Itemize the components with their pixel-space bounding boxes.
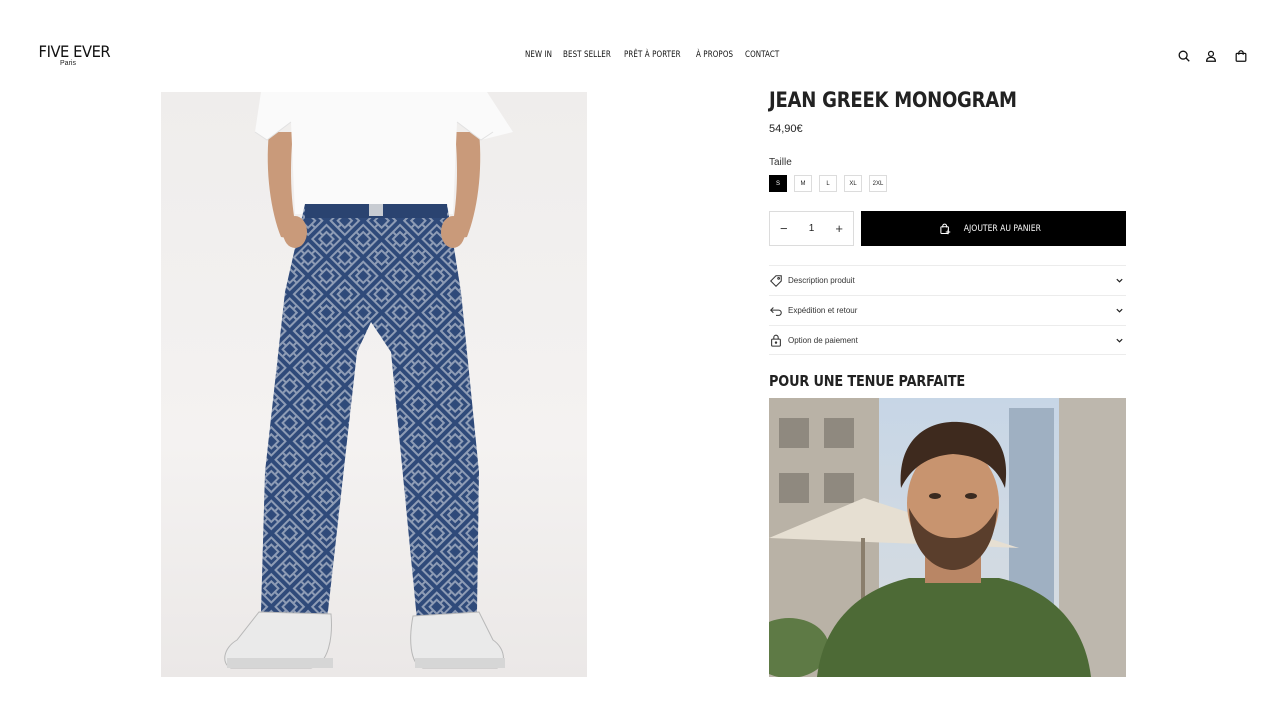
tag-icon [769,274,783,288]
chevron-down-icon [1116,278,1123,283]
cart-add-icon [940,223,951,234]
product-title: JEAN GREEK MONOGRAM [769,88,1017,112]
nav-pret-a-porter[interactable]: PRÊT À PORTER [624,50,681,60]
accordion-shipping[interactable]: Expédition et retour [769,295,1126,325]
size-selector: S M L XL 2XL [769,175,887,192]
quantity-value[interactable]: 1 [809,223,815,234]
account-icon[interactable] [1204,49,1218,63]
quantity-stepper: − 1 + [769,211,854,246]
accordion-payment-label: Option de paiement [788,335,858,345]
accordion-description[interactable]: Description produit [769,265,1126,295]
product-accordion: Description produit Expédition et retour… [769,265,1126,355]
product-price: 54,90€ [769,123,803,135]
brand-logo[interactable]: FIVE EVER Paris [36,42,111,67]
lock-icon [769,333,783,347]
product-photo-jeans [224,92,513,669]
outfit-photo-model [769,398,1126,677]
quantity-decrease-button[interactable]: − [780,221,788,236]
nav-new-in[interactable]: NEW IN [525,50,552,60]
nav-contact[interactable]: CONTACT [745,50,779,60]
return-icon [769,304,783,318]
bag-icon[interactable] [1234,49,1248,63]
size-option-2xl[interactable]: 2XL [869,175,887,192]
add-to-cart-button[interactable]: AJOUTER AU PANIER [861,211,1126,246]
add-to-cart-label: AJOUTER AU PANIER [963,223,1042,234]
outfit-image[interactable] [769,398,1126,677]
size-option-m[interactable]: M [794,175,812,192]
size-option-s[interactable]: S [769,175,787,192]
size-option-l[interactable]: L [819,175,837,192]
accordion-description-label: Description produit [788,276,855,285]
brand-name: FIVE EVER [38,42,111,61]
brand-sub: Paris [60,60,76,67]
nav-a-propos[interactable]: À PROPOS [696,50,733,60]
size-option-xl[interactable]: XL [844,175,862,192]
main-nav: NEW IN BEST SELLER PRÊT À PORTER À PROPO… [525,50,779,60]
outfit-section-title: POUR UNE TENUE PARFAITE [769,372,966,390]
search-icon[interactable] [1177,49,1191,63]
quantity-increase-button[interactable]: + [835,221,843,236]
nav-best-seller[interactable]: BEST SELLER [563,50,611,60]
chevron-down-icon [1116,338,1123,343]
chevron-down-icon [1116,308,1123,313]
size-label: Taille [769,157,792,168]
accordion-payment[interactable]: Option de paiement [769,325,1126,355]
accordion-shipping-label: Expédition et retour [788,306,858,315]
product-image [161,92,587,677]
